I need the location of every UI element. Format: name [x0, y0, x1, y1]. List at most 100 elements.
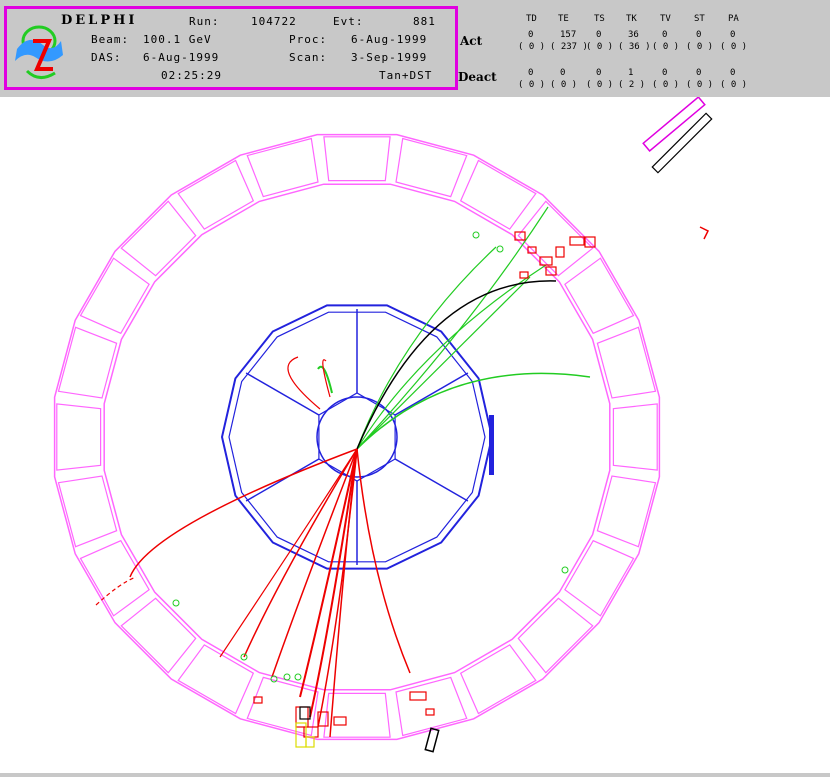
calo-module — [323, 692, 391, 738]
energy-deposit — [555, 246, 565, 258]
act-count: ( 36 ) — [618, 42, 651, 52]
energy-deposit — [333, 716, 347, 726]
act-value: 157 — [560, 30, 577, 40]
deact-count: ( 0 ) — [652, 80, 680, 90]
calorimeter-ring — [53, 133, 661, 741]
event-number: 881 — [413, 15, 436, 28]
act-row-label: Act — [460, 34, 483, 48]
event-display-canvas — [53, 95, 713, 753]
act-value: 0 — [528, 30, 534, 40]
deact-row-label: Deact — [458, 70, 497, 84]
red-fragment — [699, 226, 710, 240]
green-hit-marker — [283, 673, 291, 681]
calo-module — [120, 597, 197, 674]
deact-count: ( 0 ) — [518, 80, 546, 90]
deact-count: ( 0 ) — [720, 80, 748, 90]
calo-module — [612, 403, 658, 471]
tracker-hit-bar — [489, 415, 494, 475]
red-track — [219, 448, 358, 658]
beam-label: Beam: — [91, 33, 130, 46]
calo-module — [79, 539, 150, 617]
red-track — [287, 356, 321, 410]
calo-inner-boundary — [103, 183, 611, 691]
calo-module — [564, 257, 635, 335]
event-label: Evt: — [333, 15, 364, 28]
green-hit-marker — [172, 599, 180, 607]
act-count: ( 0 ) — [518, 42, 546, 52]
run-number: 104722 — [251, 15, 297, 28]
deact-count: ( 0 ) — [550, 80, 578, 90]
das-label: DAS: — [91, 51, 122, 64]
calo-module — [177, 159, 255, 230]
calo-module — [517, 597, 594, 674]
act-value: 0 — [596, 30, 602, 40]
calorimeter-hits — [95, 95, 713, 753]
calo-module — [79, 257, 150, 335]
act-value: 0 — [696, 30, 702, 40]
proc-date: 6-Aug-1999 — [351, 33, 428, 46]
column-header-tv: TV — [660, 14, 671, 24]
tracking-detector — [220, 304, 494, 570]
deact-count: ( 0 ) — [586, 80, 614, 90]
scan-label: Scan: — [289, 51, 328, 64]
tracker-sector-line — [245, 372, 320, 416]
green-hit-marker — [496, 245, 504, 253]
column-header-ts: TS — [594, 14, 605, 24]
event-header: DELPHI Run: 104722 Evt: 881 Beam: 100.1 … — [0, 0, 830, 97]
act-value: 36 — [628, 30, 639, 40]
act-value: 0 — [730, 30, 736, 40]
deact-count: ( 0 ) — [686, 80, 714, 90]
column-header-te: TE — [558, 14, 569, 24]
energy-deposit — [409, 691, 427, 701]
das-date: 6-Aug-1999 — [143, 51, 220, 64]
column-header-st: ST — [694, 14, 705, 24]
tracker-sector-line — [394, 458, 469, 502]
calo-module — [564, 539, 635, 617]
column-header-tk: TK — [626, 14, 637, 24]
green-hit-marker — [472, 231, 480, 239]
calo-module — [517, 200, 594, 277]
act-count: ( 237 ) — [550, 42, 588, 52]
act-count: ( 0 ) — [586, 42, 614, 52]
calo-module — [120, 200, 197, 277]
calo-module — [459, 159, 537, 230]
deact-count: ( 2 ) — [618, 80, 646, 90]
deact-value: 0 — [596, 68, 602, 78]
red-track — [299, 448, 358, 698]
scan-date: 3-Sep-1999 — [351, 51, 428, 64]
beam-energy: 100.1 GeV — [143, 33, 212, 46]
event-time: 02:25:29 — [161, 69, 222, 82]
green-track — [317, 365, 333, 394]
black-outer-module — [651, 112, 713, 174]
calo-module — [323, 136, 391, 182]
green-track — [356, 206, 549, 450]
green-hit-marker — [561, 566, 569, 574]
deact-value: 1 — [628, 68, 634, 78]
proc-label: Proc: — [289, 33, 328, 46]
experiment-name: DELPHI — [61, 13, 138, 28]
column-header-td: TD — [526, 14, 537, 24]
calo-outer-boundary — [53, 133, 661, 741]
energy-deposit — [519, 271, 529, 279]
energy-deposit — [425, 708, 435, 716]
event-info-box: DELPHI Run: 104722 Evt: 881 Beam: 100.1 … — [4, 6, 458, 90]
delphi-logo-icon — [15, 25, 63, 79]
act-count: ( 0 ) — [686, 42, 714, 52]
run-label: Run: — [189, 15, 220, 28]
deact-value: 0 — [662, 68, 668, 78]
green-hit-marker — [294, 673, 302, 681]
event-display — [0, 95, 830, 773]
red-track — [129, 448, 358, 578]
deact-value: 0 — [730, 68, 736, 78]
tracker-sector-line — [245, 458, 320, 502]
particle-tracks — [129, 206, 591, 738]
calo-module — [459, 644, 537, 715]
deact-value: 0 — [528, 68, 534, 78]
deact-value: 0 — [560, 68, 566, 78]
deact-value: 0 — [696, 68, 702, 78]
data-tag: Tan+DST — [379, 69, 433, 82]
act-count: ( 0 ) — [720, 42, 748, 52]
calo-module — [56, 403, 102, 471]
column-header-pa: PA — [728, 14, 739, 24]
act-count: ( 0 ) — [652, 42, 680, 52]
